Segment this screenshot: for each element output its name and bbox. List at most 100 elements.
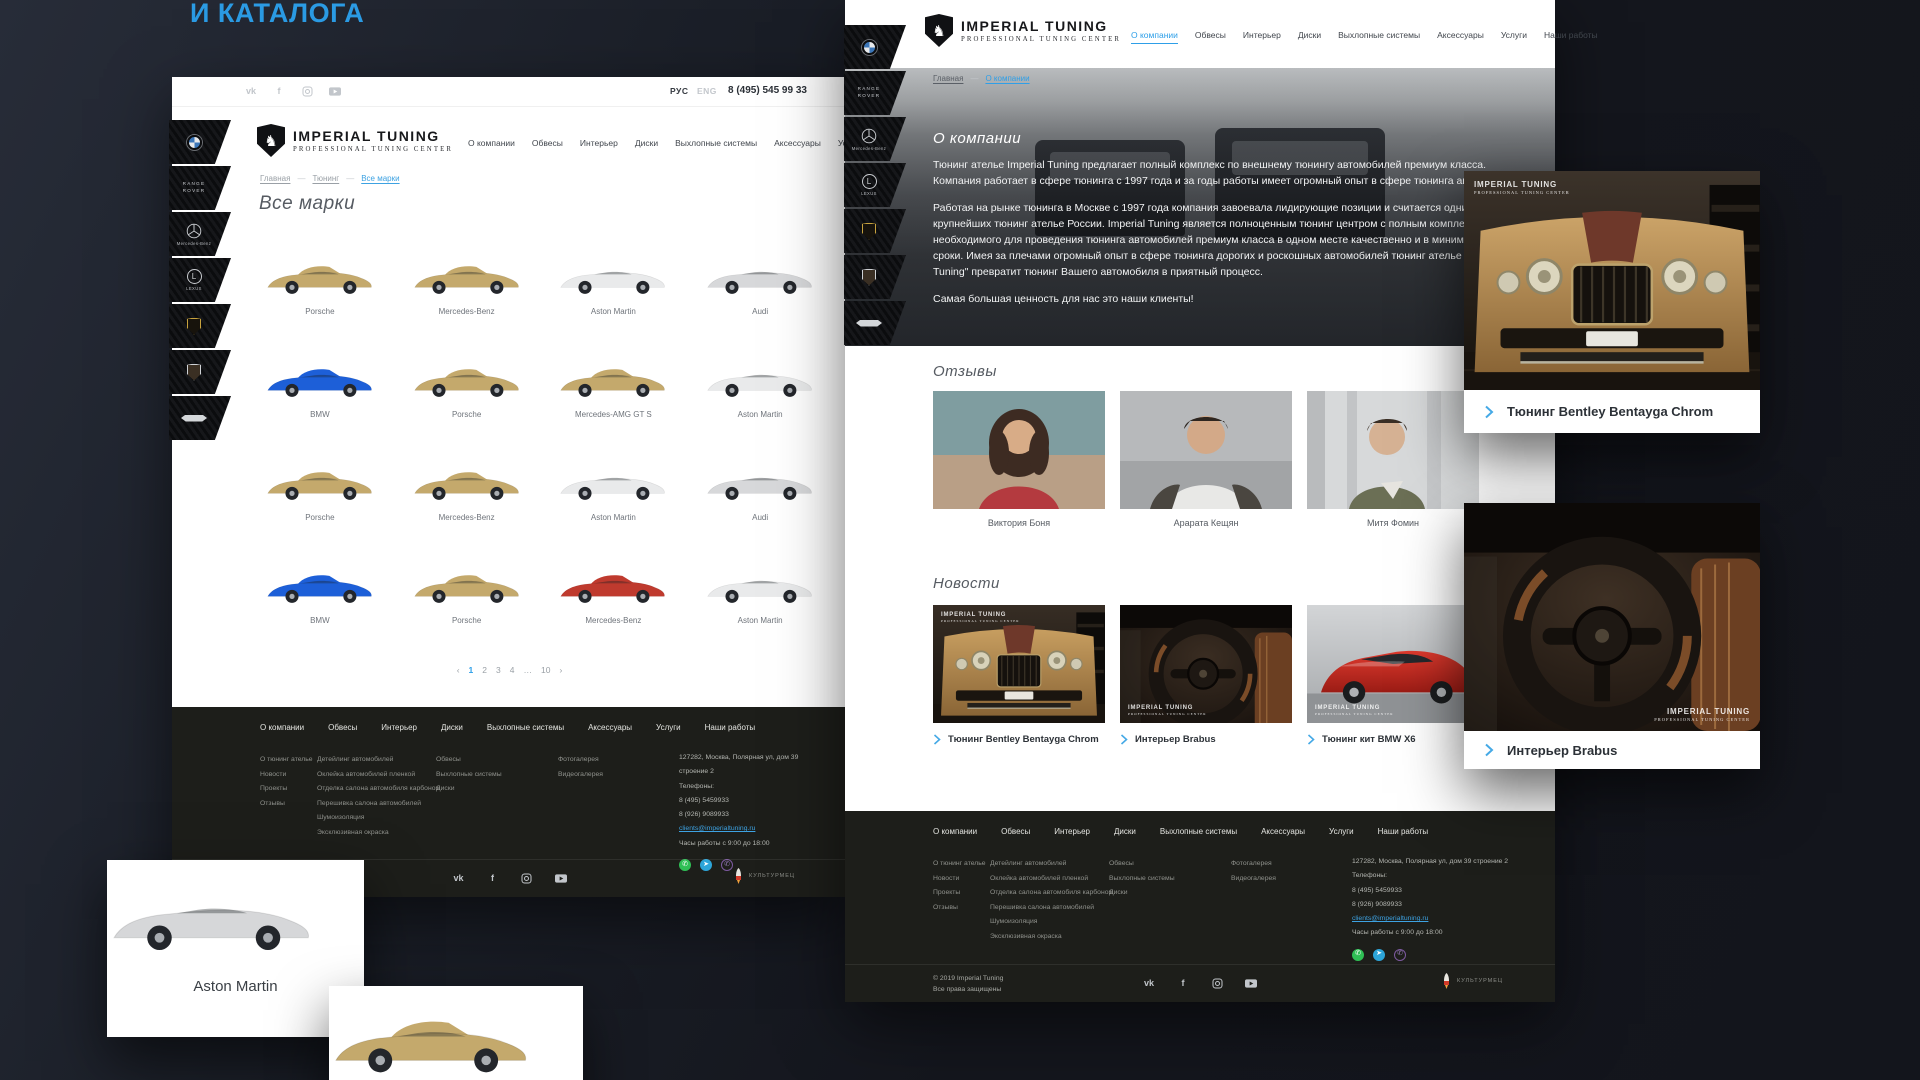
page-number[interactable]: … [523,665,532,675]
footer-link[interactable]: Детейлинг автомобилей [990,857,1113,872]
brand-tile-porsche[interactable] [844,255,906,299]
nav-item[interactable]: Аксессуары [1437,30,1484,44]
news-card[interactable]: IMPERIAL TUNINGPROFESSIONAL TUNING CENTE… [1120,605,1292,745]
footer-link[interactable]: Видеогалерея [1231,872,1276,887]
footer-menu-item[interactable]: Диски [1114,827,1136,836]
facebook-icon[interactable]: f [273,85,285,97]
footer-link[interactable]: Новости [933,872,986,887]
page-number[interactable]: 1 [469,665,474,675]
footer-menu-item[interactable]: Выхлопные системы [1160,827,1237,836]
footer-link[interactable]: Диски [436,782,502,797]
bentley-project-card[interactable]: IMPERIAL TUNING PROFESSIONAL TUNING CENT… [1464,171,1760,433]
footer-phone2[interactable]: 8 (926) 9089933 [679,808,827,822]
footer-menu-item[interactable]: Наши работы [705,723,756,732]
footer-link[interactable]: О тюнинг ателье [933,857,986,872]
footer-link[interactable]: Обвесы [1109,857,1175,872]
car-item[interactable]: Aston Martin [551,235,677,317]
car-item[interactable]: Audi [697,235,823,317]
footer-link[interactable]: Обвесы [436,753,502,768]
brand-tile-porsche[interactable] [169,350,231,394]
nav-item[interactable]: Обвесы [1195,30,1226,44]
page-number[interactable]: 2 [482,665,487,675]
brand-tile-bmw[interactable] [169,120,231,164]
footer-link[interactable]: Видеогалерея [558,768,603,783]
logo[interactable]: ♞ IMPERIAL TUNING PROFESSIONAL TUNING CE… [925,14,1121,47]
footer-menu-item[interactable]: Услуги [1329,827,1354,836]
review-card[interactable]: Виктория Боня [933,391,1105,528]
nav-item[interactable]: О компании [468,138,515,148]
footer-link[interactable]: Новости [260,768,313,783]
studio-credit[interactable]: КУЛЬТУРМЕЦ [734,868,795,884]
footer-link[interactable]: Эксклюзивная окраска [990,930,1113,945]
nav-item[interactable]: Диски [1298,30,1321,44]
brand-tile-range-rover[interactable]: RANGEROVER [169,166,231,210]
footer-menu-item[interactable]: О компании [933,827,977,836]
footer-link[interactable]: Перешивка салона автомобилей [990,901,1113,916]
footer-email[interactable]: clients@imperialtuning.ru [1352,912,1508,926]
footer-link[interactable]: Диски [1109,886,1175,901]
footer-menu-item[interactable]: Выхлопные системы [487,723,564,732]
nav-item[interactable]: Интерьер [1243,30,1281,44]
instagram-icon[interactable] [301,85,313,97]
footer-phone1[interactable]: 8 (495) 5459933 [1352,884,1508,898]
nav-item[interactable]: Услуги [1501,30,1527,44]
footer-phone2[interactable]: 8 (926) 9089933 [1352,898,1508,912]
page-number[interactable]: › [559,665,562,675]
breadcrumb-item[interactable]: Тюнинг [312,174,361,183]
whatsapp-icon[interactable]: ✆ [1352,949,1364,961]
nav-item[interactable]: Аксессуары [774,138,821,148]
instagram-icon[interactable] [1211,977,1223,989]
footer-link[interactable]: Выхлопные системы [436,768,502,783]
nav-item[interactable]: Обвесы [532,138,563,148]
footer-link[interactable]: Отзывы [260,797,313,812]
car-item[interactable]: Mercedes-Benz [551,544,677,626]
footer-link[interactable]: Проекты [260,782,313,797]
instagram-icon[interactable] [521,872,533,884]
footer-menu-item[interactable]: О компании [260,723,304,732]
nav-item[interactable]: О компании [1131,30,1178,44]
footer-link[interactable]: Шумоизоляция [317,811,440,826]
car-item[interactable]: Aston Martin [697,338,823,420]
nav-item[interactable]: Выхлопные системы [1338,30,1420,44]
car-item[interactable]: Porsche [404,338,530,420]
lang-eng[interactable]: ENG [697,86,717,96]
car-item[interactable]: Mercedes-Benz [404,441,530,523]
vk-icon[interactable]: vk [453,872,465,884]
nav-item[interactable]: Выхлопные системы [675,138,757,148]
footer-link[interactable]: Шумоизоляция [990,915,1113,930]
car-item[interactable]: Porsche [257,235,383,317]
review-card[interactable]: Митя Фомин [1307,391,1479,528]
footer-menu-item[interactable]: Аксессуары [1261,827,1305,836]
telegram-icon[interactable]: ➤ [1373,949,1385,961]
car-item[interactable]: Porsche [404,544,530,626]
news-card[interactable]: IMPERIAL TUNINGPROFESSIONAL TUNING CENTE… [933,605,1105,745]
footer-menu-item[interactable]: Аксессуары [588,723,632,732]
brand-tile-aston-martin[interactable] [844,301,906,345]
footer-menu-item[interactable]: Диски [441,723,463,732]
facebook-icon[interactable]: f [487,872,499,884]
brand-tile-mercedes[interactable]: Mercedes-Benz [844,117,906,161]
car-item[interactable]: Mercedes-Benz [404,235,530,317]
facebook-icon[interactable]: f [1177,977,1189,989]
footer-link[interactable]: Оклейка автомобилей пленкой [990,872,1113,887]
page-number[interactable]: ‹ [457,665,460,675]
footer-link[interactable]: Отделка салона автомобиля карбоном [317,782,440,797]
car-item[interactable]: Aston Martin [551,441,677,523]
youtube-icon[interactable] [1245,977,1257,989]
youtube-icon[interactable] [555,872,567,884]
footer-phone1[interactable]: 8 (495) 5459933 [679,794,827,808]
footer-link[interactable]: О тюнинг ателье [260,753,313,768]
vk-icon[interactable]: vk [245,85,257,97]
footer-link[interactable]: Детейлинг автомобилей [317,753,440,768]
breadcrumb-item[interactable]: Главная [933,74,985,83]
brabus-project-card[interactable]: IMPERIAL TUNING PROFESSIONAL TUNING CENT… [1464,503,1760,769]
vk-icon[interactable]: vk [1143,977,1155,989]
car-item[interactable]: Audi [697,441,823,523]
lang-rus[interactable]: РУС [670,86,688,96]
brand-tile-lexus[interactable]: LLEXUS [844,163,906,207]
footer-menu-item[interactable]: Обвесы [1001,827,1030,836]
car-item[interactable]: BMW [257,544,383,626]
footer-link[interactable]: Выхлопные системы [1109,872,1175,887]
brand-tile-lexus[interactable]: LLEXUS [169,258,231,302]
footer-menu-item[interactable]: Услуги [656,723,681,732]
